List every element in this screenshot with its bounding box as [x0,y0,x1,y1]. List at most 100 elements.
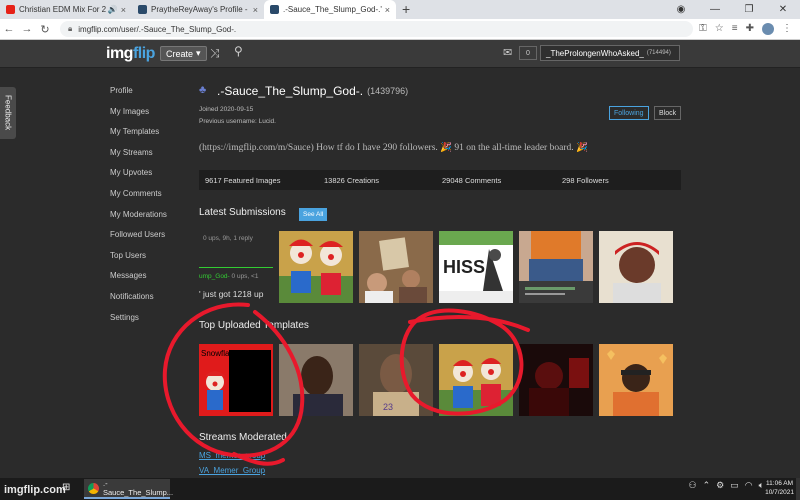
stream-link[interactable]: VA_Memer_Group [199,466,265,475]
sidebar-item-messages[interactable]: Messages [110,271,190,292]
logo-part-a: img [106,45,133,62]
shuffle-icon[interactable]: ⤨ [210,46,220,61]
latest-submissions-title: Latest Submissions [199,207,286,218]
forward-arrow-icon[interactable]: → [18,23,36,35]
volume-icon[interactable]: 🔈︎ [759,480,764,491]
close-window-button[interactable]: ✕ [766,0,800,19]
feedback-tab[interactable]: Feedback [0,87,16,139]
extensions-icon[interactable]: ✚ [746,23,754,35]
thumb-image: Snowflake [199,344,273,416]
mail-icon[interactable]: ✉ [503,46,512,59]
see-all-button[interactable]: See All [299,208,328,221]
template-thumb-snowflake[interactable]: Snowflake [199,344,273,416]
stat-creations[interactable]: 13826 Creations [324,176,379,185]
template-thumb-clowns[interactable] [439,344,513,416]
minimize-button[interactable]: — [698,0,732,19]
playlist-icon[interactable]: ≡ [732,23,738,35]
sidebar-item-my-upvotes[interactable]: My Upvotes [110,168,190,189]
sidebar-item-settings[interactable]: Settings [110,313,190,334]
user-menu-button[interactable]: _TheProlongenWhoAsked_ (714494) [540,45,680,61]
url-text: imgflip.com/user/.-Sauce_The_Slump_God-. [78,24,237,34]
sidebar-item-followed-users[interactable]: Followed Users [110,230,190,251]
template-thumb-hearts[interactable] [599,344,673,416]
user-avatar-icon: ♣ [199,84,207,96]
notification-count[interactable]: 0 [519,46,537,60]
taskbar-clock[interactable]: 11:06 AM 10/7/2021 [765,479,794,497]
browser-avatar-icon[interactable] [762,23,774,35]
username: _TheProlongenWhoAsked_ [546,48,644,58]
youtube-icon [6,5,15,14]
chevron-up-icon[interactable]: ⌃ [703,480,711,491]
imgflip-logo[interactable]: imgflip [106,45,155,63]
user-points: (714494) [646,50,671,56]
audio-icon[interactable]: 🔊 [108,5,118,14]
battery-icon[interactable]: ▭ [730,480,739,491]
template-thumb-red-dark[interactable] [519,344,593,416]
new-tab-button[interactable]: + [402,1,410,17]
close-tab-icon[interactable]: × [385,5,390,15]
create-label: Create [166,48,194,59]
sidebar-item-my-templates[interactable]: My Templates [110,127,190,148]
browser-tab-praythereyaway[interactable]: PraytheReyAway's Profile - Imgflip × [132,0,264,19]
chrome-icon [88,482,99,494]
search-icon[interactable]: ⚲ [234,44,243,58]
create-button[interactable]: Create ▾ [160,46,207,61]
maximize-button[interactable]: ❐ [732,0,766,19]
lock-icon[interactable]: 🔒︎ [68,24,72,34]
submission-thumb-man[interactable] [599,231,673,303]
show-desktop-button[interactable] [796,478,800,500]
taskbar-icon[interactable]: ⊞ [62,482,70,493]
template-thumb-lebron[interactable]: 23 [359,344,433,416]
latest-submission-comment-tile[interactable]: 0 ups, 9h, 1 reply ump_God- 0 ups, <1 ' … [199,231,273,305]
stream-link[interactable]: MS_memer_group [199,451,265,460]
logo-part-b: flip [132,45,156,62]
profile-circle-icon[interactable]: ◉ [664,0,698,19]
submission-thumb-hiss[interactable]: HISS [439,231,513,303]
comment-meta: 0 ups, <1 [231,273,259,280]
block-button[interactable]: Block [654,106,682,120]
submission-thumb-jeans[interactable] [519,231,593,303]
key-icon[interactable]: ⚿ [699,23,707,35]
taskbar-chrome-app[interactable]: .-Sauce_The_Slump... [84,479,173,499]
sidebar-item-top-users[interactable]: Top Users [110,251,190,272]
sidebar-item-my-moderations[interactable]: My Moderations [110,210,190,231]
profile-points: (1439796) [367,86,409,96]
top-templates-title: Top Uploaded Templates [199,320,309,331]
browser-tab-youtube[interactable]: Christian EDM Mix For 2019 | 🔊 × [0,0,132,19]
reload-icon[interactable]: ↻ [36,23,54,36]
stat-followers[interactable]: 298 Followers [562,176,609,185]
submission-thumb-clowns[interactable] [279,231,353,303]
close-tab-icon[interactable]: × [121,5,126,15]
url-field[interactable]: 🔒︎ imgflip.com/user/.-Sauce_The_Slump_Go… [60,21,694,37]
comment-username[interactable]: ump_God- [199,273,230,280]
sidebar-item-my-streams[interactable]: My Streams [110,148,190,169]
comment-text: ' just got 1218 up [199,289,264,299]
settings-icon[interactable]: ⚙ [716,480,724,491]
menu-dots-icon[interactable]: ⋮ [782,23,792,35]
following-button[interactable]: Following [609,106,649,120]
submission-thumb-protest[interactable] [359,231,433,303]
tab-title: PraytheReyAway's Profile - Imgflip [151,5,250,14]
sidebar-item-my-comments[interactable]: My Comments [110,189,190,210]
template-thumb-sad-kid[interactable] [279,344,353,416]
sidebar-item-notifications[interactable]: Notifications [110,292,190,313]
imgflip-watermark: imgflip.com [4,484,66,496]
wifi-icon[interactable]: ◠ [745,480,753,491]
jersey-number-text: 23 [383,402,393,412]
person-icon[interactable]: ⚇ [689,480,697,491]
browser-tab-sauce[interactable]: .-Sauce_The_Slump_God-.'s Profile × [264,0,396,19]
star-icon[interactable]: ☆ [715,23,724,35]
back-arrow-icon[interactable]: ← [0,23,18,35]
thumb-image [519,344,593,416]
sidebar-item-my-images[interactable]: My Images [110,107,190,128]
stat-featured[interactable]: 9617 Featured Images [205,176,280,185]
close-tab-icon[interactable]: × [253,5,258,15]
window-controls: ◉ — ❐ ✕ [664,0,800,19]
stat-comments[interactable]: 29048 Comments [442,176,501,185]
joined-date: Joined 2020-09-15 [199,106,254,113]
sidebar-item-profile[interactable]: Profile [110,86,190,107]
thumb-image: 23 [359,344,433,416]
submission-meta: 0 ups, 9h, 1 reply [203,235,253,242]
imgflip-favicon-icon [270,5,279,14]
comment-header: ump_God- 0 ups, <1 [199,273,258,280]
